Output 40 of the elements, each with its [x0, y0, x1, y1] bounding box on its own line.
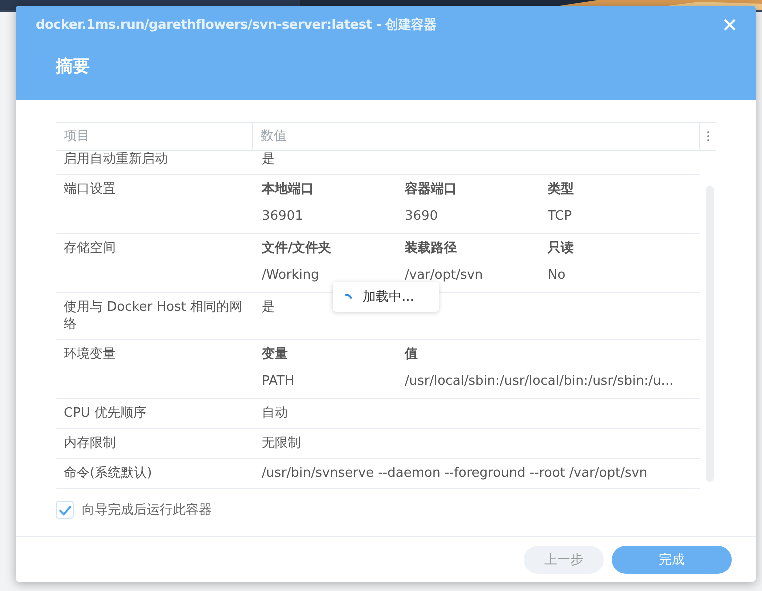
table-cell: /usr/bin/svnserve --daemon --foreground --root /var/opt/svn [262, 466, 648, 481]
table-cell-text: 36901 [262, 208, 304, 225]
checkbox[interactable] [56, 501, 74, 519]
subtable-header: 装载路径 [405, 240, 458, 257]
subtable-header: 变量 [262, 346, 289, 363]
window-title: docker.1ms.run/garethflowers/svn-server:latest - 创建容器 [36, 16, 437, 34]
subtable-header: 值 [405, 346, 419, 363]
table-cell-text: /usr/local/sbin:/usr/local/bin:/usr/sbin:/u... [405, 373, 675, 390]
table-cell-text: 3690 [405, 208, 440, 225]
table-cell: 是 [262, 152, 275, 167]
table-cell-text: /var/opt/svn [405, 267, 484, 284]
table-cell-text: 内存限制 [63, 435, 117, 452]
checkbox-label: 向导完成后运行此容器 [82, 502, 212, 519]
spinner-icon [345, 294, 353, 300]
subtable-header: 类型 [548, 181, 575, 198]
column-header[interactable]: 项目 [56, 123, 253, 150]
table-cell-text: CPU 优先顺序 [63, 405, 148, 422]
table-cell-text: 存储空间 [63, 240, 117, 258]
column-header[interactable]: 数值 [253, 123, 700, 150]
table-cell-text: 环境变量 [63, 346, 117, 364]
table-cell-text: No [548, 267, 567, 284]
table-cell: 是 [262, 300, 275, 315]
table-cell-text: 命令(系统默认) [63, 465, 154, 482]
back-button[interactable]: 上一步 [524, 546, 604, 574]
table-cell-text: /Working [262, 267, 320, 284]
step-heading: 摘要 [54, 56, 91, 78]
table-cell: 无限制 [262, 436, 301, 451]
subtable-header: 文件/文件夹 [262, 240, 333, 257]
loading-text: 加载中... [363, 289, 414, 306]
subtable-header: 只读 [548, 240, 575, 257]
subtable-header: 容器端口 [405, 181, 458, 198]
table-cell-text: 启用自动重新启动 [63, 151, 169, 168]
table-cell: 自动 [262, 406, 288, 421]
table-cell-text: 使用与 Docker Host 相同的网络 [63, 299, 244, 333]
table-cell-text: PATH [262, 373, 296, 390]
table-cell-text: 端口设置 [63, 181, 117, 199]
finish-button[interactable]: 完成 [612, 546, 732, 574]
table-cell-text: TCP [548, 208, 574, 225]
close-icon[interactable] [724, 19, 736, 31]
subtable-header: 本地端口 [262, 181, 315, 198]
